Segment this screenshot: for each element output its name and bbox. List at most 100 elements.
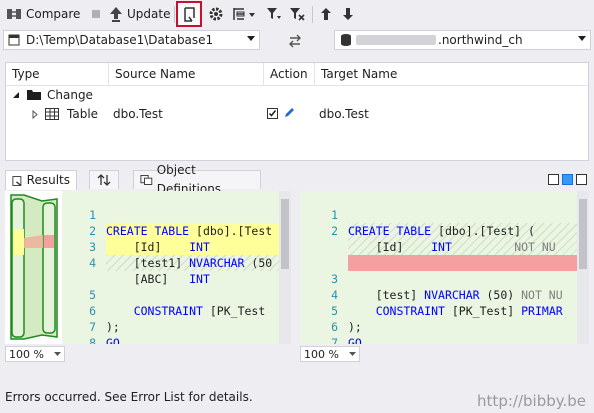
source-code-pane[interactable]: 1 CREATE TABLE [dbo].[Test 2 [Id] INT 3 … (62, 191, 291, 344)
gear-icon (209, 7, 223, 21)
source-selector[interactable]: D:\Temp\Database1\Database1 (3, 30, 260, 50)
code-line: 5 ); (300, 287, 362, 334)
toolbar-separator (174, 6, 175, 23)
group-icon (233, 8, 255, 20)
group-label: Change (47, 88, 93, 102)
code-text: CREATE TABLE [dbo].[Test (106, 224, 273, 238)
code-line: 8 (62, 319, 96, 344)
diff-overview-graphic (10, 194, 58, 340)
script-icon (184, 6, 195, 22)
code-line: 7 GO (62, 303, 120, 344)
code-line: 3 [test1] NVARCHAR (50 (62, 223, 272, 270)
code-line: 6 ); (62, 287, 120, 334)
tab-sort-toggle[interactable] (89, 170, 119, 189)
tab-results-label: Results (26, 173, 70, 187)
compare-icon (7, 9, 21, 19)
line-number: 2 (331, 224, 338, 238)
column-header-type[interactable]: Type (6, 63, 109, 85)
tab-object-definitions[interactable]: Object Definitions (133, 163, 261, 196)
code-line: 3 [test] NVARCHAR (50) NOT NU (300, 255, 563, 302)
collapsed-triangle-icon[interactable] (32, 110, 38, 119)
code-text: CONSTRAINT [PK_Test (133, 304, 266, 318)
scrollbar-thumb[interactable] (281, 199, 289, 269)
group-row-change[interactable]: Change (6, 85, 588, 105)
code-line: 7 (300, 319, 338, 344)
switch-source-target-button[interactable] (287, 30, 303, 52)
generate-script-button[interactable] (176, 1, 202, 27)
source-vertical-scrollbar[interactable] (279, 191, 291, 344)
code-text: ); (348, 320, 362, 334)
watermark-text: http://bibby.be (477, 392, 586, 410)
filter-clear-button[interactable] (289, 3, 305, 25)
database-icon (341, 34, 351, 46)
previous-change-button[interactable] (320, 3, 332, 25)
compare-button[interactable]: Compare (6, 3, 80, 25)
filter-button[interactable] (266, 3, 282, 25)
code-text: GO (348, 336, 362, 344)
view-mode-side-by-side-button[interactable] (548, 174, 559, 185)
column-header-source-name[interactable]: Source Name (109, 63, 264, 85)
code-line: 5 CONSTRAINT [PK_Test (62, 271, 265, 318)
removed-line-highlight (348, 255, 577, 271)
expanded-triangle-icon[interactable] (12, 91, 20, 99)
filter-icon (267, 8, 281, 19)
target-selector[interactable]: .northwind_ch (334, 30, 591, 50)
zoom-level: 100 % (9, 347, 44, 361)
code-line: 4 CONSTRAINT [PK_Test] PRIMAR (300, 271, 563, 318)
toolbar: Compare Update (0, 0, 594, 29)
object-type: Table (67, 107, 99, 121)
folder-icon (27, 90, 41, 100)
column-header-action[interactable]: Action (264, 63, 315, 85)
swap-icon (289, 34, 301, 48)
code-text: GO (106, 336, 120, 344)
chevron-down-icon (54, 352, 61, 356)
tab-results[interactable]: Results (5, 170, 77, 190)
line-number: 4 (89, 256, 96, 270)
view-mode-vertical-button[interactable] (576, 174, 587, 185)
arrow-down-icon (343, 8, 353, 20)
options-button[interactable] (208, 3, 224, 25)
code-line: 1 CREATE TABLE [dbo].[Test (62, 191, 272, 238)
compare-label: Compare (26, 7, 81, 21)
source-zoom-select[interactable]: 100 % (5, 346, 65, 362)
code-line: 6 GO (300, 303, 362, 344)
chevron-down-icon (349, 352, 356, 356)
arrow-up-icon (321, 8, 331, 20)
code-text: ); (106, 320, 120, 334)
next-change-button[interactable] (342, 3, 354, 25)
table-icon (45, 108, 59, 120)
pencil-icon (285, 108, 294, 117)
target-vertical-scrollbar[interactable] (577, 191, 589, 344)
sort-arrows-icon (97, 174, 111, 186)
code-line: 1 CREATE TABLE [dbo].[Test] ( (300, 191, 535, 238)
redacted-server-name (356, 35, 436, 45)
target-zoom-select[interactable]: 100 % (300, 346, 360, 362)
include-checkbox[interactable] (267, 108, 278, 119)
column-header-target-name[interactable]: Target Name (315, 63, 588, 85)
diff-overview-map[interactable] (7, 193, 62, 343)
update-icon (110, 7, 122, 22)
view-mode-horizontal-button[interactable] (562, 174, 573, 185)
scrollbar-thumb[interactable] (579, 199, 587, 269)
source-name: dbo.Test (113, 107, 163, 121)
stop-button[interactable] (90, 3, 102, 25)
check-icon (268, 110, 277, 117)
code-line: 4 [ABC] INT (62, 239, 210, 286)
update-button[interactable]: Update (109, 3, 170, 25)
chevron-down-icon (247, 36, 255, 41)
grid-header: Type Source Name Action Target Name (6, 63, 588, 86)
toolbar-separator (312, 6, 313, 23)
target-code-pane[interactable]: 1 CREATE TABLE [dbo].[Test] ( 2 [Id] INT… (300, 191, 589, 344)
source-target-bar: D:\Temp\Database1\Database1 .northwind_c… (0, 29, 594, 53)
code-text: [Id] INT (106, 240, 210, 254)
results-tab-strip: Results Object Definitions (5, 163, 589, 196)
update-label: Update (127, 7, 171, 21)
target-name: dbo.Test (319, 107, 369, 121)
table-row[interactable]: Table dbo.Test dbo.Test (6, 104, 588, 124)
group-results-button[interactable] (232, 3, 256, 25)
filter-clear-icon (290, 8, 305, 21)
code-text: CONSTRAINT [PK_Test] PRIMAR (375, 304, 563, 318)
code-text: [ABC] INT (106, 272, 210, 286)
code-line: 2 [Id] INT NOT NU (300, 207, 556, 254)
code-text: [test] NVARCHAR (50) NOT NU (348, 288, 563, 302)
